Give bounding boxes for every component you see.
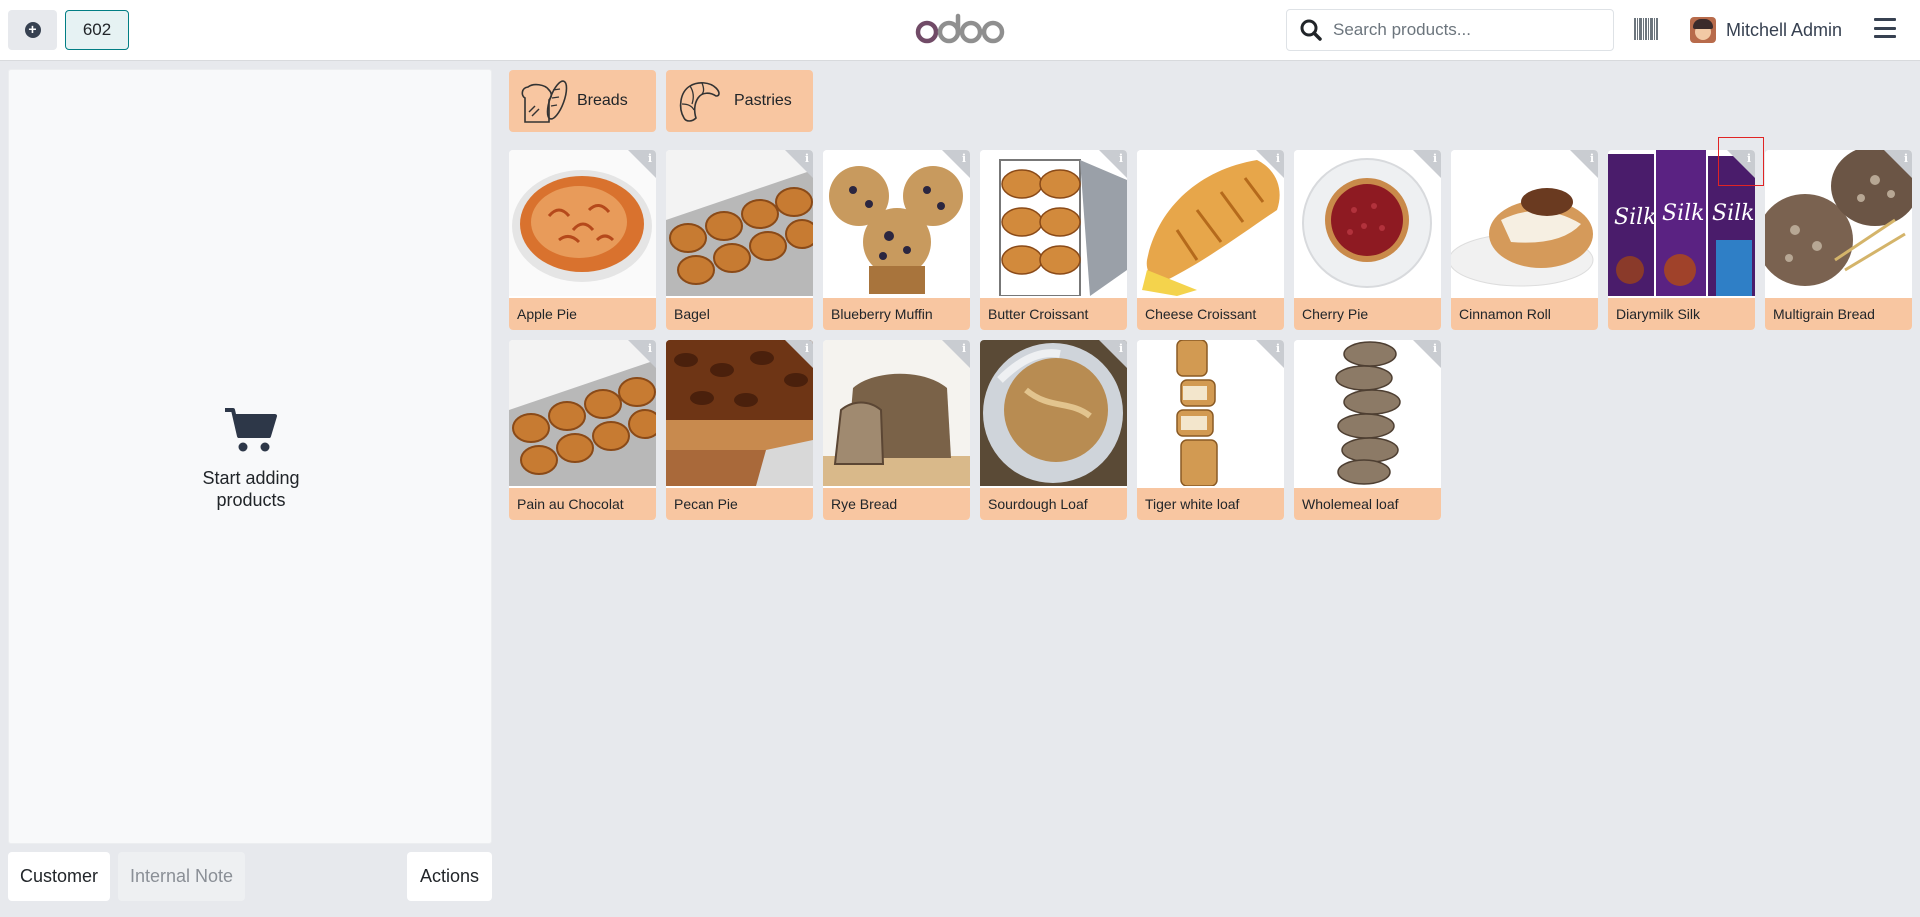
product-card-cherry-pie[interactable]: i Cherry Pie [1294,150,1441,330]
actions-button[interactable]: Actions [407,852,492,901]
product-name: Cherry Pie [1294,298,1441,330]
info-icon[interactable]: i [1119,342,1123,355]
search-icon [1300,19,1322,41]
order-panel: Start adding products [8,69,492,844]
info-icon[interactable]: i [962,342,966,355]
info-icon[interactable]: i [962,152,966,165]
avatar [1690,17,1716,43]
user-menu[interactable]: Mitchell Admin [1690,15,1842,45]
info-icon[interactable]: i [805,342,809,355]
product-card-rye-bread[interactable]: i Rye Bread [823,340,970,520]
svg-text:Silk: Silk [1614,205,1656,230]
info-icon[interactable]: i [805,152,809,165]
info-icon[interactable]: i [648,342,652,355]
category-breads[interactable]: Breads [509,70,656,132]
category-pastries[interactable]: Pastries [666,70,813,132]
product-name: Bagel [666,298,813,330]
product-card-multigrain-bread[interactable]: i Multigrain Bread [1765,150,1912,330]
empty-cart-message: Start adding products [202,468,300,510]
info-icon[interactable]: i [648,152,652,165]
empty-cart-state: Start adding products [9,406,493,511]
product-card-butter-croissant[interactable]: i Butter Croissant [980,150,1127,330]
shopping-cart-icon [225,408,277,452]
product-card-bagel[interactable]: i Bagel [666,150,813,330]
new-order-button[interactable]: + [8,10,57,50]
croissant-icon [679,82,720,122]
svg-text:Silk: Silk [1712,201,1754,226]
info-icon[interactable]: i [1276,152,1280,165]
product-card-pain-au-chocolat[interactable]: i Pain au Chocolat [509,340,656,520]
product-name: Apple Pie [509,298,656,330]
barcode-icon[interactable] [1634,18,1658,40]
info-icon[interactable]: i [1904,152,1908,165]
product-card-cheese-croissant[interactable]: i Cheese Croissant [1137,150,1284,330]
info-icon[interactable]: i [1119,152,1123,165]
svg-text:Silk: Silk [1662,201,1704,226]
plus-circle-icon: + [24,22,41,38]
info-icon[interactable]: i [1747,152,1751,165]
info-icon[interactable]: i [1433,152,1437,165]
product-name: Sourdough Loaf [980,488,1127,520]
product-name: Blueberry Muffin [823,298,970,330]
product-card-blueberry-muffin[interactable]: i Blueberry Muffin [823,150,970,330]
product-name: Multigrain Bread [1765,298,1912,330]
info-icon[interactable]: i [1590,152,1594,165]
product-search [1286,9,1614,51]
product-name: Tiger white loaf [1137,488,1284,520]
order-tab[interactable]: 602 [65,10,129,50]
category-label: Breads [577,92,628,109]
product-card-diarymilk-silk[interactable]: Silk Silk Silk i Diarymilk Silk [1608,150,1755,330]
odoo-logo [915,13,1005,44]
customer-button[interactable]: Customer [8,852,110,901]
product-name: Wholemeal loaf [1294,488,1441,520]
product-card-sourdough-loaf[interactable]: i Sourdough Loaf [980,340,1127,520]
product-card-cinnamon-roll[interactable]: i Cinnamon Roll [1451,150,1598,330]
bread-icon [521,80,568,123]
product-card-tiger-white-loaf[interactable]: i Tiger white loaf [1137,340,1284,520]
product-name: Diarymilk Silk [1608,298,1755,330]
product-card-apple-pie[interactable]: i Apple Pie [509,150,656,330]
product-card-pecan-pie[interactable]: i Pecan Pie [666,340,813,520]
product-name: Rye Bread [823,488,970,520]
info-icon[interactable]: i [1433,342,1437,355]
product-card-wholemeal-loaf[interactable]: i Wholemeal loaf [1294,340,1441,520]
product-name: Cinnamon Roll [1451,298,1598,330]
top-navbar: + 602 Mitchell Admin [0,0,1920,61]
product-name: Butter Croissant [980,298,1127,330]
search-input[interactable] [1333,20,1603,40]
category-label: Pastries [734,92,792,109]
internal-note-button[interactable]: Internal Note [118,852,245,901]
product-name: Pain au Chocolat [509,488,656,520]
user-name: Mitchell Admin [1726,19,1843,40]
product-name: Pecan Pie [666,488,813,520]
hamburger-menu-icon[interactable] [1874,18,1896,38]
info-icon[interactable]: i [1276,342,1280,355]
product-name: Cheese Croissant [1137,298,1284,330]
